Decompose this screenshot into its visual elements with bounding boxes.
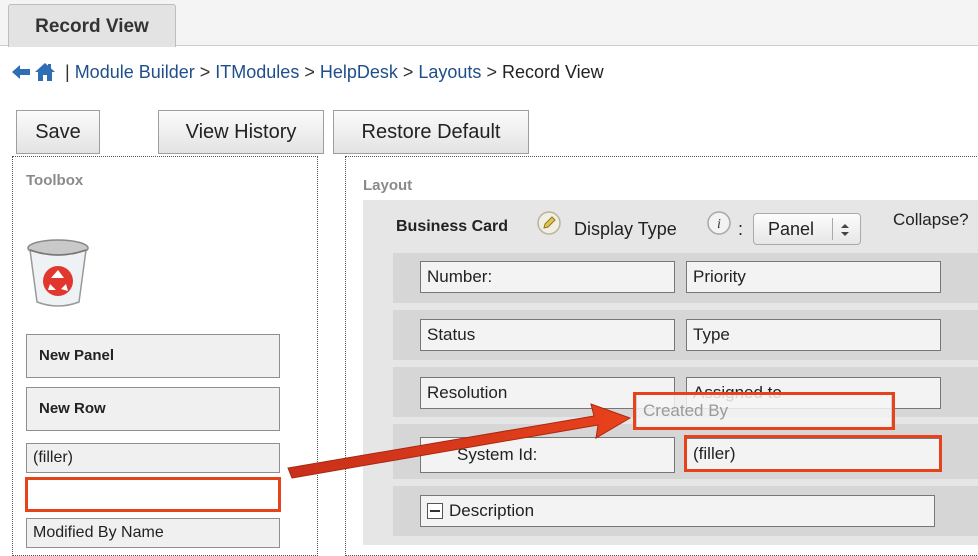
drag-annotation-arrow [287, 403, 632, 479]
